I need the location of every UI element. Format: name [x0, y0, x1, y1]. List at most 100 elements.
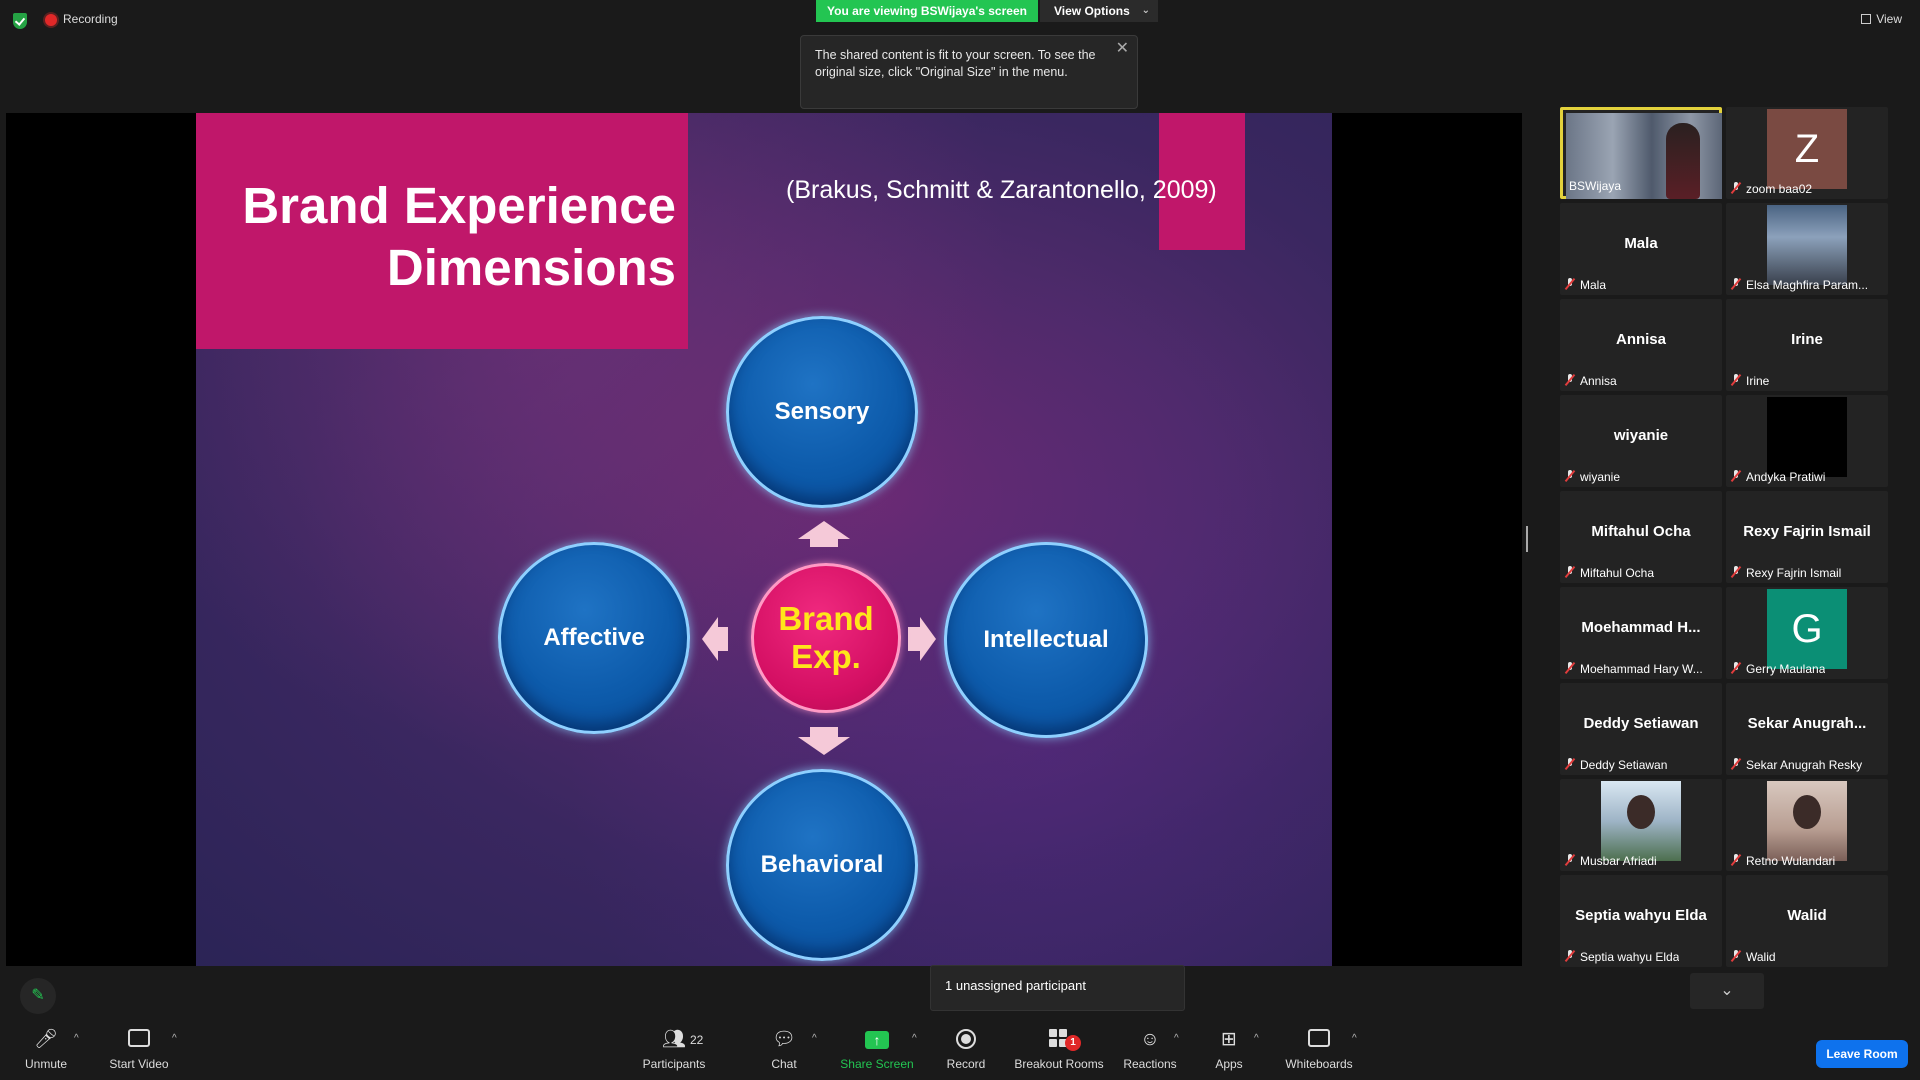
- view-label: View: [1876, 12, 1902, 26]
- participant-tile[interactable]: Andyka Pratiwi: [1726, 395, 1888, 487]
- participant-name-display: Annisa: [1615, 331, 1666, 348]
- participant-tile[interactable]: Walid Walid: [1726, 875, 1888, 967]
- presentation-slide: Brand Experience Dimensions (Brakus, Sch…: [196, 113, 1332, 966]
- participant-name-display: Deddy Setiawan: [1583, 715, 1699, 732]
- participant-tile[interactable]: Annisa Annisa: [1560, 299, 1722, 391]
- participant-tile[interactable]: Miftahul Ocha Miftahul Ocha: [1560, 491, 1722, 583]
- participant-tile[interactable]: Z zoom baa02: [1726, 107, 1888, 199]
- video-off-icon: [104, 1029, 174, 1051]
- breakout-rooms-button[interactable]: Breakout Rooms: [1012, 1029, 1106, 1071]
- security-shield-icon[interactable]: [13, 13, 27, 29]
- breakout-badge: 1: [1065, 1035, 1081, 1051]
- video-options-caret-icon[interactable]: ^: [172, 1033, 177, 1044]
- participant-tile[interactable]: Sekar Anugrah... Sekar Anugrah Resky: [1726, 683, 1888, 775]
- audio-options-caret-icon[interactable]: ^: [74, 1033, 79, 1044]
- participant-name-label: Elsa Maghfira Param...: [1746, 278, 1869, 292]
- affective-circle: Affective: [498, 542, 690, 734]
- share-screen-button[interactable]: ↑ Share Screen: [840, 1029, 914, 1071]
- apps-button[interactable]: ⊞ Apps: [1214, 1029, 1244, 1071]
- participant-name-label: Irine: [1746, 374, 1770, 388]
- participant-tile[interactable]: wiyanie wiyanie: [1560, 395, 1722, 487]
- participant-name-display: Rexy Fajrin Ismail: [1743, 523, 1871, 540]
- participant-video: [1767, 397, 1847, 477]
- start-video-label: Start Video: [109, 1057, 169, 1071]
- annotate-pencil-icon[interactable]: ✎: [20, 978, 56, 1014]
- participant-tile[interactable]: Elsa Maghfira Param...: [1726, 203, 1888, 295]
- apps-options-caret-icon[interactable]: ^: [1254, 1033, 1259, 1044]
- view-button[interactable]: View: [1861, 12, 1902, 26]
- chat-label: Chat: [771, 1057, 797, 1071]
- slide-title: Brand Experience Dimensions: [242, 175, 676, 299]
- unassigned-participant-popup[interactable]: 1 unassigned participant: [930, 965, 1185, 1011]
- participant-tile[interactable]: Rexy Fajrin Ismail Rexy Fajrin Ismail: [1726, 491, 1888, 583]
- start-video-button[interactable]: Start Video: [104, 1029, 174, 1071]
- arrow-left-stem: [716, 627, 728, 651]
- participant-name-label: Sekar Anugrah Resky: [1746, 758, 1863, 772]
- participant-face-image: [1627, 795, 1655, 829]
- apps-icon: ⊞: [1221, 1029, 1237, 1050]
- participant-tile[interactable]: Irine Irine: [1726, 299, 1888, 391]
- chevron-down-icon: ⌄: [1720, 982, 1734, 999]
- participant-name-label: Gerry Maulana: [1746, 662, 1826, 676]
- view-options-button[interactable]: View Options ⌄: [1040, 0, 1158, 22]
- shared-screen-area: Brand Experience Dimensions (Brakus, Sch…: [6, 113, 1522, 966]
- chevron-down-icon: ⌄: [1141, 5, 1150, 16]
- record-icon: [944, 1029, 988, 1051]
- reactions-options-caret-icon[interactable]: ^: [1174, 1033, 1179, 1044]
- arrow-up-stem: [810, 537, 838, 547]
- participant-tile[interactable]: Retno Wulandari: [1726, 779, 1888, 871]
- participant-name-display: Walid: [1787, 907, 1827, 924]
- recording-label[interactable]: Recording: [63, 12, 118, 26]
- gallery-scroll-down-button[interactable]: ⌄: [1690, 973, 1764, 1009]
- leave-room-button[interactable]: Leave Room: [1816, 1040, 1908, 1068]
- participant-name-label: Annisa: [1580, 374, 1617, 388]
- recording-icon: [45, 14, 57, 26]
- participant-name-label: Musbar Afriadi: [1580, 854, 1657, 868]
- participant-video: [1767, 205, 1847, 285]
- chat-button[interactable]: 💬︎ Chat: [766, 1029, 802, 1071]
- participant-name-label: Deddy Setiawan: [1580, 758, 1668, 772]
- participant-tile[interactable]: Musbar Afriadi: [1560, 779, 1722, 871]
- participant-name-label: Walid: [1746, 950, 1776, 964]
- intellectual-circle: Intellectual: [944, 542, 1148, 738]
- record-button[interactable]: Record: [944, 1029, 988, 1071]
- arrow-right-stem: [908, 627, 920, 651]
- participant-name-display: Irine: [1791, 331, 1823, 348]
- participant-name-label: Retno Wulandari: [1746, 854, 1836, 868]
- participant-tile[interactable]: G Gerry Maulana: [1726, 587, 1888, 679]
- participant-name-display: Miftahul Ocha: [1591, 523, 1691, 540]
- participant-name-label: Andyka Pratiwi: [1746, 470, 1826, 484]
- sensory-circle: Sensory: [726, 316, 918, 508]
- panel-resize-handle[interactable]: [1526, 526, 1528, 552]
- share-screen-icon: ↑: [840, 1029, 914, 1051]
- participant-name-label: zoom baa02: [1746, 182, 1813, 196]
- participant-tile[interactable]: Moehammad H... Moehammad Hary W...: [1560, 587, 1722, 679]
- participant-name-display: Sekar Anugrah...: [1747, 715, 1867, 732]
- participant-tile[interactable]: BSWijaya: [1560, 107, 1722, 199]
- participant-tile[interactable]: Mala Mala: [1560, 203, 1722, 295]
- unmute-button[interactable]: 🎤︎ Unmute: [18, 1029, 74, 1071]
- brand-exp-center-circle: Brand Exp.: [751, 563, 901, 713]
- chat-options-caret-icon[interactable]: ^: [812, 1033, 817, 1044]
- participant-tile[interactable]: Septia wahyu Elda Septia wahyu Elda: [1560, 875, 1722, 967]
- whiteboards-button[interactable]: Whiteboards: [1284, 1029, 1354, 1071]
- behavioral-circle: Behavioral: [726, 769, 918, 961]
- tooltip-text: The shared content is fit to your screen…: [815, 48, 1096, 79]
- participant-tile[interactable]: Deddy Setiawan Deddy Setiawan: [1560, 683, 1722, 775]
- share-options-caret-icon[interactable]: ^: [912, 1033, 917, 1044]
- slide-title-line2: Dimensions: [386, 239, 676, 296]
- close-icon[interactable]: ✕: [1116, 40, 1129, 57]
- participant-name-label: Miftahul Ocha: [1580, 566, 1655, 580]
- slide-title-line1: Brand Experience: [242, 177, 676, 234]
- center-line1: Brand: [778, 600, 874, 637]
- participant-avatar: G: [1767, 589, 1847, 669]
- participants-label: Participants: [642, 1057, 706, 1071]
- participant-name-label: Moehammad Hary W...: [1580, 662, 1703, 676]
- participant-avatar: Z: [1767, 109, 1847, 189]
- whiteboards-options-caret-icon[interactable]: ^: [1352, 1033, 1357, 1044]
- apps-label: Apps: [1215, 1057, 1243, 1071]
- reactions-smiley-icon: ☺︎: [1140, 1029, 1160, 1050]
- reactions-button[interactable]: ☺︎ Reactions: [1122, 1029, 1178, 1071]
- arrow-right-icon: [920, 617, 936, 661]
- breakout-rooms-label: Breakout Rooms: [1014, 1057, 1104, 1071]
